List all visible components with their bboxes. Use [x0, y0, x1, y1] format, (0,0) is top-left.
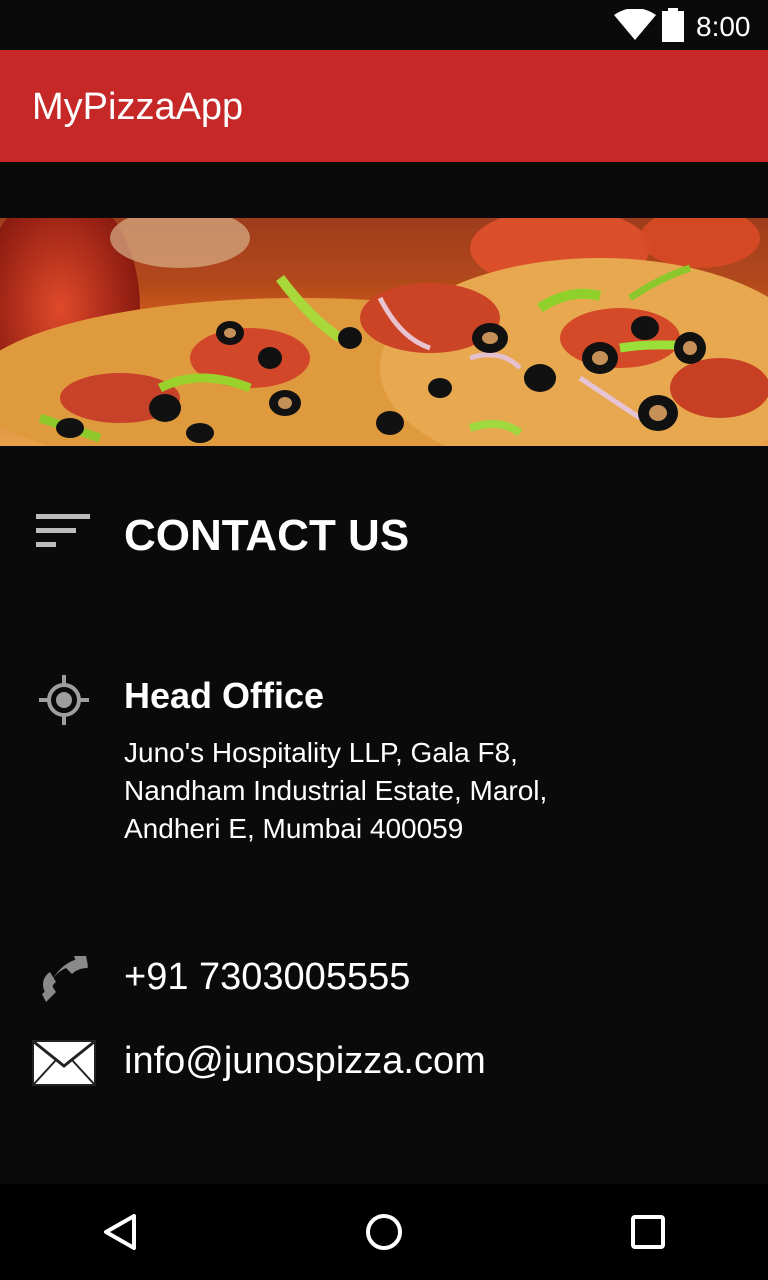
phone-row[interactable]: +91 7303005555 — [0, 948, 768, 1008]
office-address: Juno's Hospitality LLP, Gala F8, Nandham… — [124, 737, 548, 844]
sort-icon — [36, 514, 90, 547]
status-time: 8:00 — [696, 11, 751, 42]
email-row[interactable]: info@junospizza.com — [0, 1034, 768, 1094]
home-icon[interactable] — [364, 1212, 404, 1252]
app-title: MyPizzaApp — [32, 86, 244, 128]
back-icon[interactable] — [100, 1212, 140, 1252]
status-bar: 8:00 — [0, 0, 768, 50]
office-title: Head Office — [124, 675, 325, 716]
battery-icon — [662, 8, 684, 42]
wifi-icon — [614, 9, 656, 40]
mail-icon — [32, 1040, 96, 1086]
contact-header: CONTACT US — [0, 500, 768, 580]
app-bar: MyPizzaApp — [0, 50, 768, 162]
phone-icon — [42, 956, 88, 1002]
pizza-banner-image — [0, 218, 768, 446]
contact-heading: CONTACT US — [124, 511, 410, 560]
email-address[interactable]: info@junospizza.com — [124, 1036, 486, 1086]
recents-icon[interactable] — [628, 1212, 668, 1252]
phone-number[interactable]: +91 7303005555 — [124, 952, 410, 1002]
location-icon — [39, 675, 89, 725]
screen: 8:00 MyPizzaApp CONTACT US Head Office J… — [0, 0, 768, 1280]
head-office-section: Head Office Juno's Hospitality LLP, Gala… — [0, 668, 768, 858]
system-nav-bar — [0, 1184, 768, 1280]
